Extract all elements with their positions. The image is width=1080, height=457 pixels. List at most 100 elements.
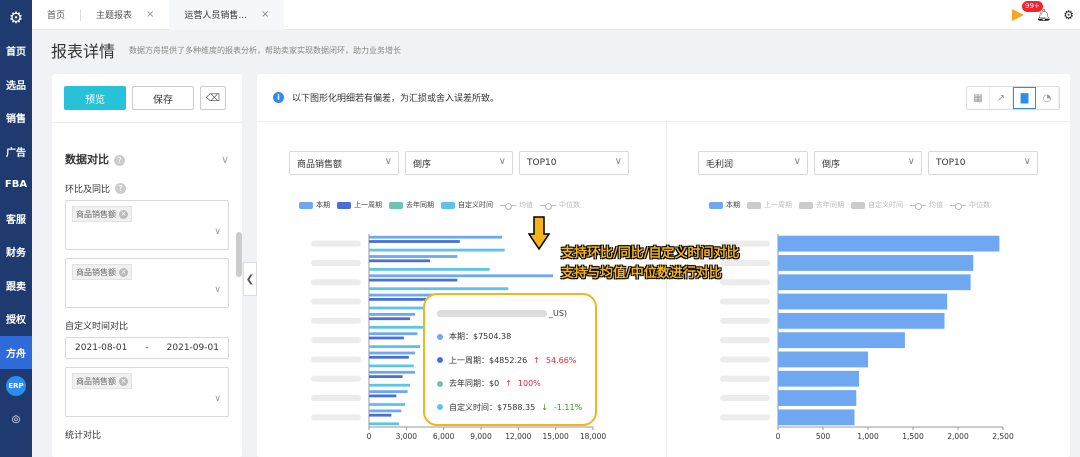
- yoy-select-1[interactable]: 商品销售额 × ∨: [65, 200, 229, 250]
- yoy-label-row: 环比及同比?: [65, 179, 229, 197]
- nav-item-sales[interactable]: 销售: [0, 101, 32, 135]
- tab-label: 主题报表: [96, 11, 133, 21]
- callout-line-1: 支持环比/同比/自定义时间对比: [561, 246, 740, 261]
- x-tick-label: 2,000: [947, 432, 969, 441]
- tag-label: 商品销售额: [76, 267, 116, 277]
- bar-1-8: [369, 394, 397, 398]
- chevron-down-icon: ∨: [214, 227, 221, 237]
- blurred-category-label: [720, 337, 770, 344]
- tag-close-icon[interactable]: ×: [119, 376, 128, 386]
- nav-item-home[interactable]: 首页: [0, 34, 32, 68]
- x-tick-label: 15,000: [543, 432, 569, 441]
- bar-0-1: [369, 255, 458, 258]
- collapse-panel-button[interactable]: ❮: [243, 262, 257, 296]
- arrow-up-icon: ↑: [533, 355, 540, 365]
- help-icon[interactable]: ?: [115, 182, 127, 194]
- bar-1-1: [369, 259, 430, 263]
- help-icon[interactable]: ?: [114, 155, 125, 166]
- bar-0-1: [778, 255, 974, 271]
- compare-section: 数据对比? ∨ 环比及同比? 商品销售额 × ∨ 商品销售额 × ∨ 自定义时间对比…: [52, 139, 242, 443]
- section-header[interactable]: 数据对比? ∨: [65, 139, 229, 179]
- callout-text: 支持环比/同比/自定义时间对比 支持与均值/中位数进行对比: [561, 244, 740, 284]
- preview-button[interactable]: 预览: [64, 86, 126, 110]
- close-icon[interactable]: ×: [261, 9, 269, 20]
- bar-1-4: [369, 317, 411, 321]
- x-tick-label: 1,000: [857, 432, 879, 441]
- top-right-tools: 99+ 🔔︎ ⚙: [1012, 0, 1074, 30]
- chevron-down-icon: ∨: [214, 394, 221, 404]
- blurred-category-label: [720, 356, 770, 363]
- nav-item-follow-sell[interactable]: 跟卖: [0, 269, 32, 303]
- nav-item-product-selection[interactable]: 选品: [0, 68, 32, 102]
- bar-0-7: [369, 370, 416, 374]
- tab-bar: 首页 主题报表 × 运营人员销售... × 99+ 🔔︎ ⚙: [32, 0, 1080, 30]
- x-tick-label: 1,500: [902, 432, 924, 441]
- save-button[interactable]: 保存: [132, 86, 194, 110]
- x-tick-label: 12,000: [505, 432, 531, 441]
- tab-theme-report[interactable]: 主题报表 ×: [81, 0, 169, 30]
- blurred-category-label: [311, 279, 361, 286]
- stat-compare-label: 统计对比: [65, 430, 102, 441]
- blurred-category-label: [311, 298, 361, 305]
- close-icon[interactable]: ×: [146, 9, 154, 20]
- bar-1-0: [369, 240, 460, 243]
- chevron-down-icon: ∨: [214, 285, 221, 295]
- nav-item-customer-service[interactable]: 客服: [0, 202, 32, 236]
- tag-close-icon[interactable]: ×: [119, 267, 128, 277]
- x-tick-label: 6,000: [433, 432, 455, 441]
- blurred-category-label: [311, 240, 361, 247]
- arrow-down-icon: ↓: [541, 402, 548, 412]
- tooltip-value: 上一周期：$4852.26: [449, 355, 528, 365]
- flag-icon[interactable]: 99+: [1012, 1, 1043, 21]
- nav-item-authorization[interactable]: 授权: [0, 302, 32, 336]
- bar-3-0: [369, 248, 505, 252]
- date-start: 2021-08-01: [75, 343, 128, 353]
- date-range-picker[interactable]: 2021-08-01 - 2021-09-01: [65, 337, 229, 359]
- section-title-wrap: 数据对比?: [65, 151, 125, 167]
- logo-icon[interactable]: ⚙: [0, 0, 32, 34]
- blurred-category-label: [311, 395, 361, 402]
- section-title: 数据对比: [65, 153, 109, 166]
- nav-item-erp[interactable]: ERP: [0, 369, 32, 403]
- tooltip-row-custom: 自定义时间：$7588.35 ↓ -1.11%: [437, 396, 583, 420]
- user-icon[interactable]: ⚙: [1063, 8, 1074, 22]
- notification-badge: 99+: [1022, 1, 1043, 12]
- chevron-down-icon[interactable]: ∨: [221, 153, 229, 166]
- bar-0-4: [778, 312, 945, 329]
- nav-item-finance[interactable]: 财务: [0, 235, 32, 269]
- custom-time-label: 自定义时间对比: [65, 321, 129, 332]
- metric-tag: 商品销售额 ×: [72, 264, 132, 280]
- tag-close-icon[interactable]: ×: [119, 209, 128, 219]
- series-dot: [437, 333, 443, 340]
- chevron-left-icon: ❮: [245, 273, 255, 285]
- down-arrow-icon: [528, 216, 550, 250]
- callout-line-2: 支持与均值/中位数进行对比: [561, 266, 722, 281]
- tooltip-row-lastyear: 去年同期：$0 ↑ 100%: [437, 372, 583, 396]
- blurred-category-label: [311, 356, 361, 363]
- arrow-up-icon: ↑: [505, 379, 512, 389]
- tooltip-value: 自定义时间：$7588.35: [449, 402, 536, 412]
- scrollbar[interactable]: [236, 232, 242, 277]
- bar-0-8: [369, 390, 408, 393]
- bar-0-0: [778, 235, 1000, 252]
- x-tick-label: 9,000: [470, 432, 492, 441]
- tag-label: 商品销售额: [76, 376, 116, 386]
- tooltip-title-suffix: _US): [549, 308, 568, 318]
- eraser-icon[interactable]: ⌫: [200, 86, 226, 110]
- tab-label: 运营人员销售...: [184, 11, 248, 21]
- x-tick-label: 2,500: [992, 432, 1014, 441]
- bar-0-9: [778, 409, 855, 426]
- bar-1-3: [369, 298, 429, 301]
- nav-item-fba[interactable]: FBA: [0, 168, 32, 202]
- custom-select[interactable]: 商品销售额 × ∨: [65, 367, 229, 417]
- yoy-select-2[interactable]: 商品销售额 × ∨: [65, 258, 229, 308]
- bar-3-8: [369, 403, 406, 406]
- tab-home[interactable]: 首页: [32, 0, 80, 30]
- bar-0-9: [369, 409, 402, 413]
- nav-item-ark[interactable]: 方舟: [0, 335, 32, 369]
- tab-operator-sales[interactable]: 运营人员销售... ×: [169, 0, 285, 30]
- x-tick-label: 0: [367, 432, 372, 441]
- settings-icon[interactable]: ◎: [0, 403, 32, 437]
- nav-item-ads[interactable]: 广告: [0, 135, 32, 169]
- bar-0-8: [778, 390, 857, 406]
